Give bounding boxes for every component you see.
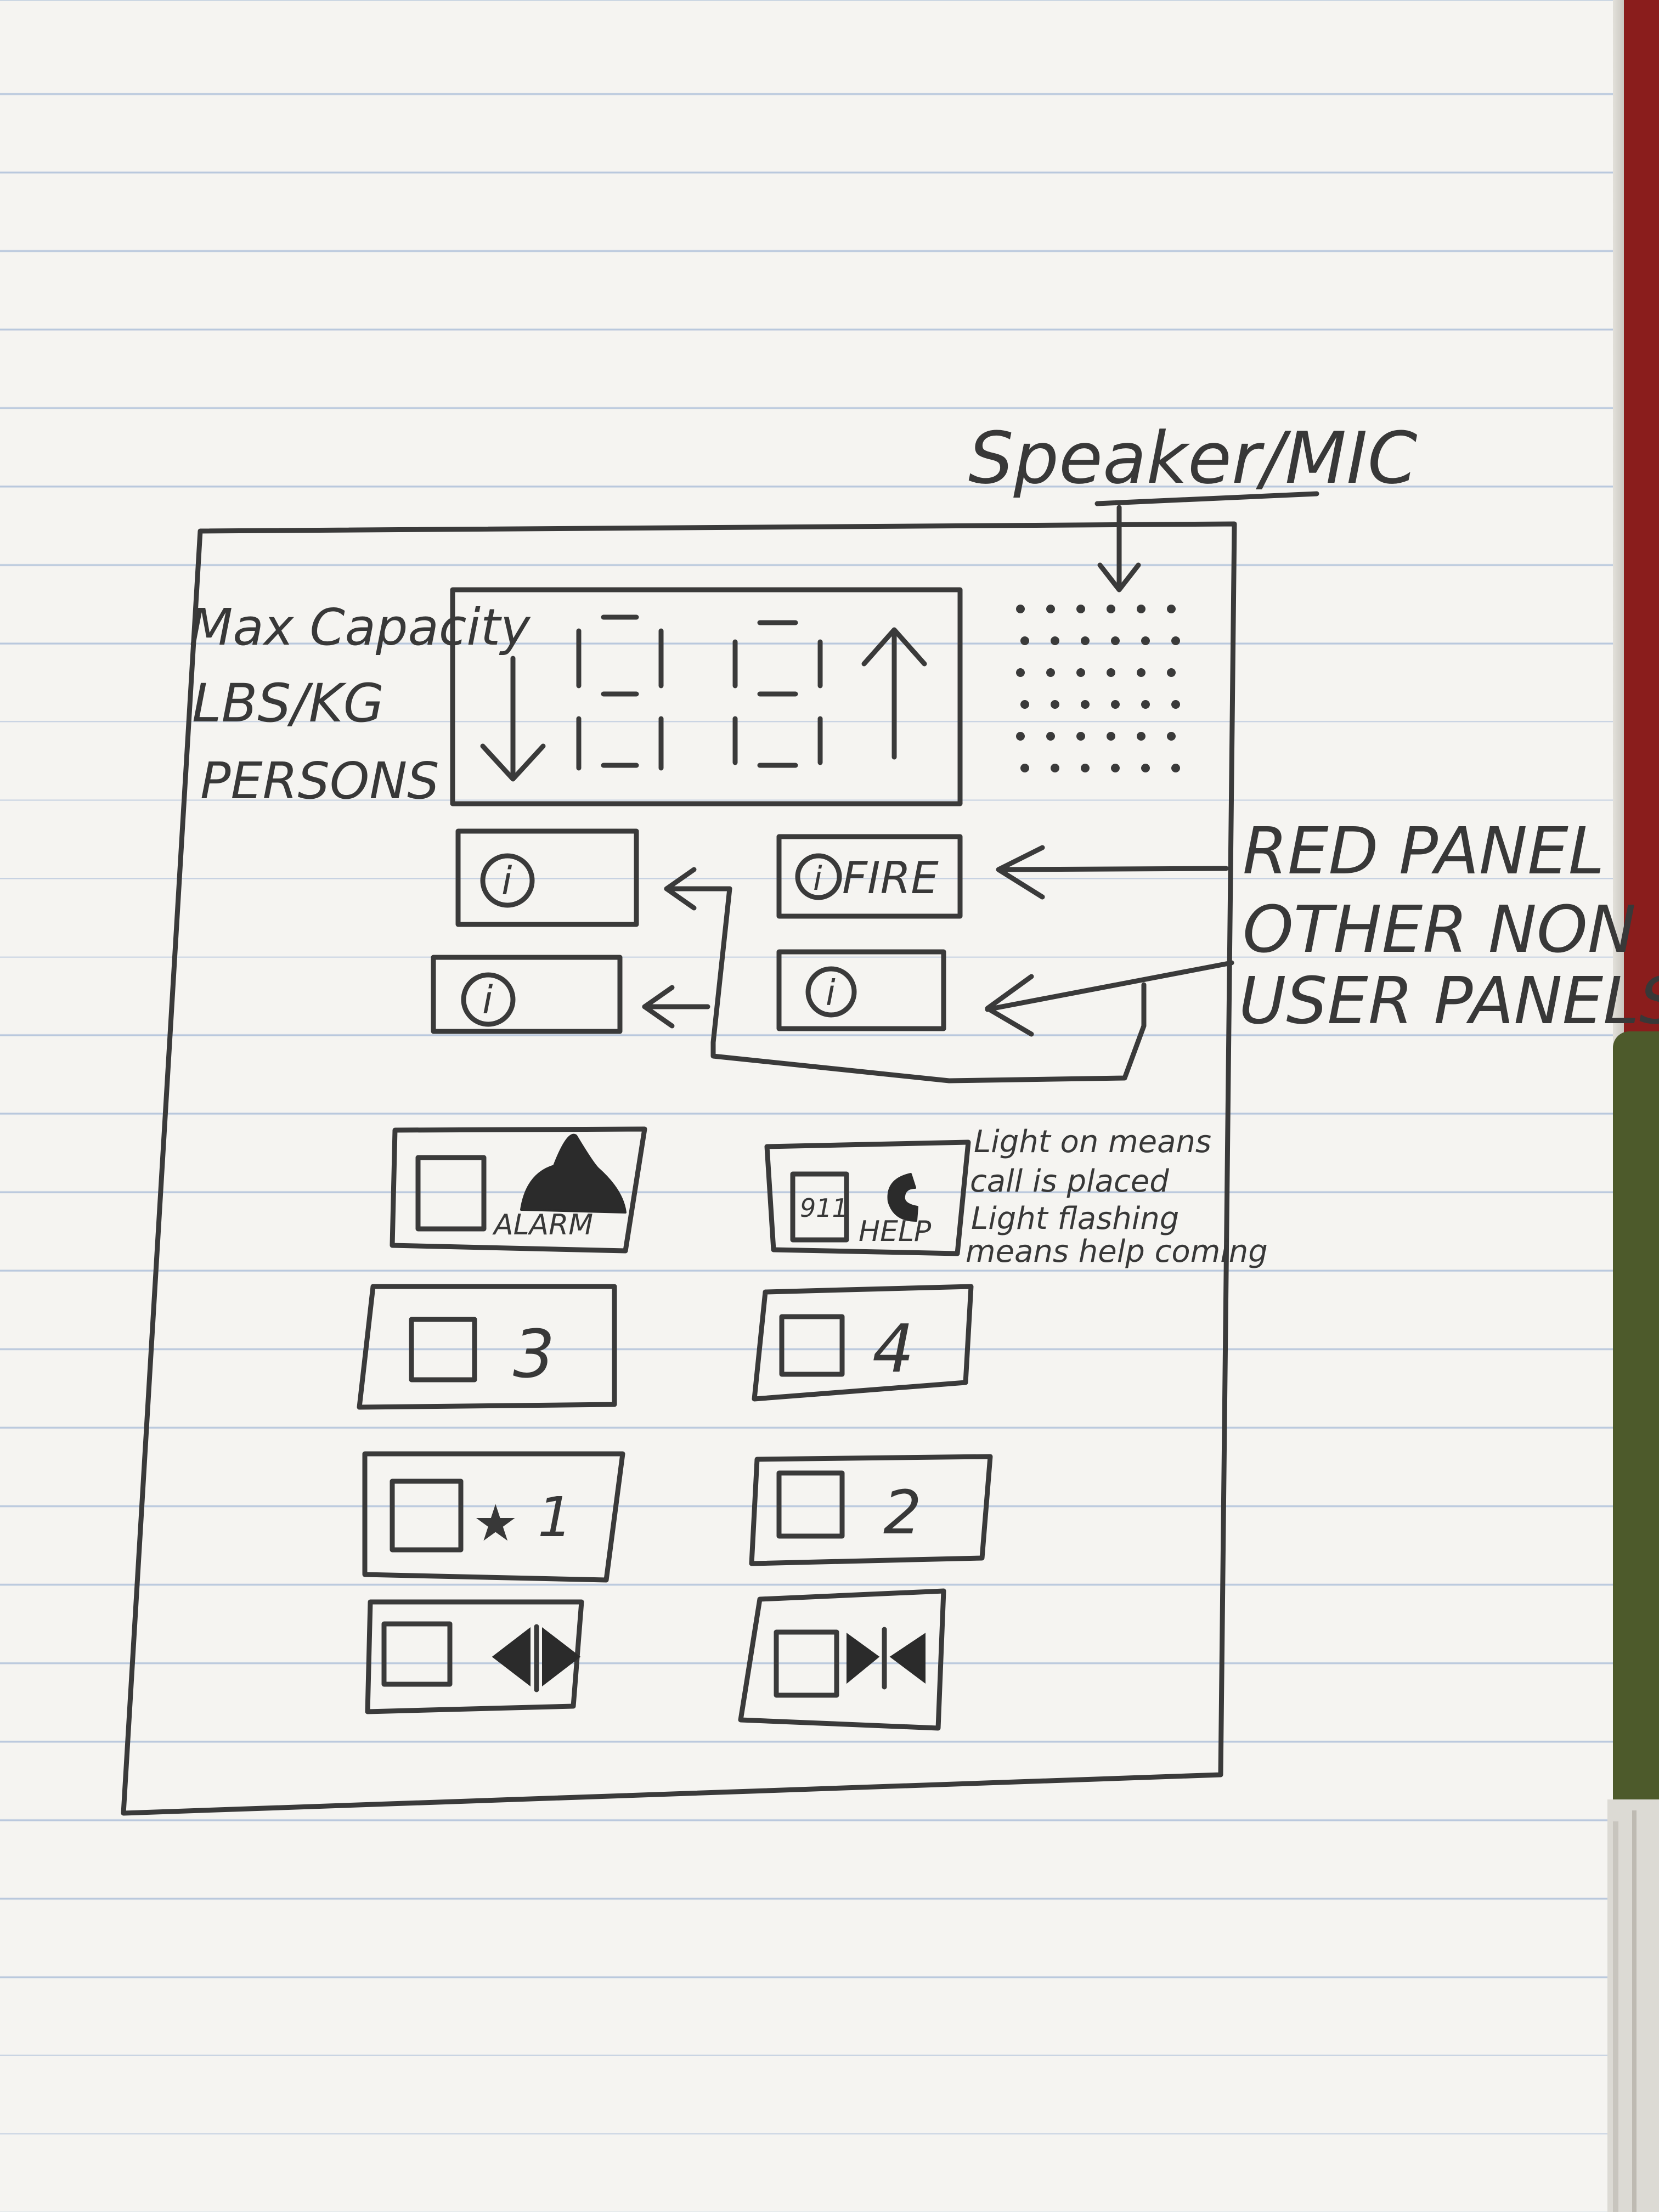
alarm-bell-icon [520, 1133, 627, 1214]
floor-2-indicator-light [776, 1470, 845, 1539]
speaker-grille-dot [1051, 636, 1059, 645]
speaker-grille-dot [1137, 605, 1146, 613]
speaker-grille-dot [1171, 764, 1180, 772]
speaker-grille-dot [1020, 636, 1029, 645]
connector-arrow-bottom [642, 985, 710, 1029]
other-non-user-panels-label-line-2: USER PANELS [1239, 963, 1659, 1039]
speaker-grille-dot [1167, 605, 1176, 613]
speaker-grille-dot [1046, 732, 1055, 741]
speaker-grille-dot [1141, 764, 1150, 772]
help-button-label: HELP [859, 1215, 932, 1248]
speaker-grille-dot [1137, 668, 1146, 677]
red-panel-arrow-shaft [998, 866, 1229, 872]
speaker-grille-dot [1111, 700, 1120, 709]
speaker-grille-dot [1051, 700, 1059, 709]
non-user-panels-arrow-shaft [985, 960, 1234, 1012]
door-open-icon-left [492, 1627, 531, 1687]
speaker-grille-dot [1081, 700, 1090, 709]
floor-1-star-icon: ★ [473, 1494, 518, 1553]
door-close-icon-right [889, 1633, 926, 1684]
speaker-mic-label: Speaker/MIC [968, 416, 1418, 500]
info-icon-symbol: i [501, 859, 512, 904]
speaker-grille-dot [1167, 732, 1176, 741]
speaker-grille-dot [1016, 732, 1025, 741]
fire-alert-icon-symbol: i [813, 860, 822, 898]
speaker-grille-dot [1046, 605, 1055, 613]
floor-4-button [752, 1284, 974, 1402]
speaker-grille-dot [1111, 636, 1120, 645]
speaker-grille-dot [1081, 764, 1090, 772]
speaker-grille-dot [1076, 668, 1085, 677]
speaker-grille-dot [1107, 732, 1115, 741]
non-user-panel-bottom-right [776, 949, 946, 1031]
red-panel-arrow-head [996, 845, 1045, 900]
seven-segment-digit-2 [732, 620, 823, 768]
floor-4-label: 4 [872, 1311, 914, 1387]
speaker-grille-dot [1141, 636, 1150, 645]
speaker-grille-dot [1107, 668, 1115, 677]
elevator-panel-sketch: Speaker/MIC Max Capacity LBS/KG PERSONS [121, 416, 1659, 1816]
speaker-grille-dot [1141, 700, 1150, 709]
speaker-grille-dot [1046, 668, 1055, 677]
speaker-grille-dot [1051, 764, 1059, 772]
speaker-grille-dot [1016, 668, 1025, 677]
speaker-grille-dot [1167, 668, 1176, 677]
speaker-grille [1016, 605, 1180, 772]
speaker-grille-dot [1016, 605, 1025, 613]
alarm-button-label: ALARM [492, 1209, 593, 1242]
speaker-grille-dot [1076, 732, 1085, 741]
floor-1-indicator-light [390, 1479, 464, 1553]
floor-1-label: 1 [538, 1485, 573, 1549]
help-note-line-2: call is placed [970, 1164, 1169, 1199]
help-note-line-4: means help coming [966, 1234, 1268, 1269]
up-arrow-icon [861, 627, 927, 760]
speaker-grille-dot [1020, 764, 1029, 772]
fire-panel-label: FIRE [842, 853, 939, 904]
speaker-grille-dot [1137, 732, 1146, 741]
phone-handset-icon [887, 1173, 918, 1222]
help-note-line-1: Light on means [974, 1124, 1211, 1160]
speaker-grille-dot [1171, 700, 1180, 709]
red-panel-label: RED PANEL [1243, 813, 1605, 889]
speaker-grille-dot [1081, 636, 1090, 645]
connector-arrow-top [664, 867, 732, 911]
info-icon-symbol: i [826, 973, 836, 1014]
help-code-label: 911 [800, 1193, 848, 1223]
door-open-indicator-light [381, 1621, 453, 1687]
other-non-user-panels-label-line-1: OTHER NON [1243, 891, 1636, 967]
speaker-grille-dot [1020, 700, 1029, 709]
floor-4-indicator-light [779, 1314, 845, 1377]
max-capacity-label: Max Capacity [189, 598, 531, 657]
door-close-indicator-light [774, 1629, 839, 1698]
help-note-line-3: Light flashing [971, 1201, 1179, 1237]
seven-segment-digit-1 [576, 614, 664, 771]
speaker-grille-dot [1076, 605, 1085, 613]
speaker-grille-dot [1171, 636, 1180, 645]
floor-2-label: 2 [883, 1477, 922, 1548]
floor-3-label: 3 [513, 1317, 555, 1393]
floor-3-button [357, 1284, 617, 1410]
floor-3-indicator-light [409, 1317, 477, 1383]
speaker-grille-dot [1107, 605, 1115, 613]
door-close-icon-left [847, 1633, 880, 1684]
alarm-indicator-light [415, 1155, 487, 1232]
lbs-kg-label: LBS/KG [192, 673, 384, 734]
persons-label: PERSONS [200, 752, 439, 810]
down-arrow-icon [480, 656, 546, 782]
non-user-panel-bottom-left [431, 955, 623, 1034]
speaker-grille-dot [1111, 764, 1120, 772]
info-icon-symbol: i [482, 978, 493, 1023]
